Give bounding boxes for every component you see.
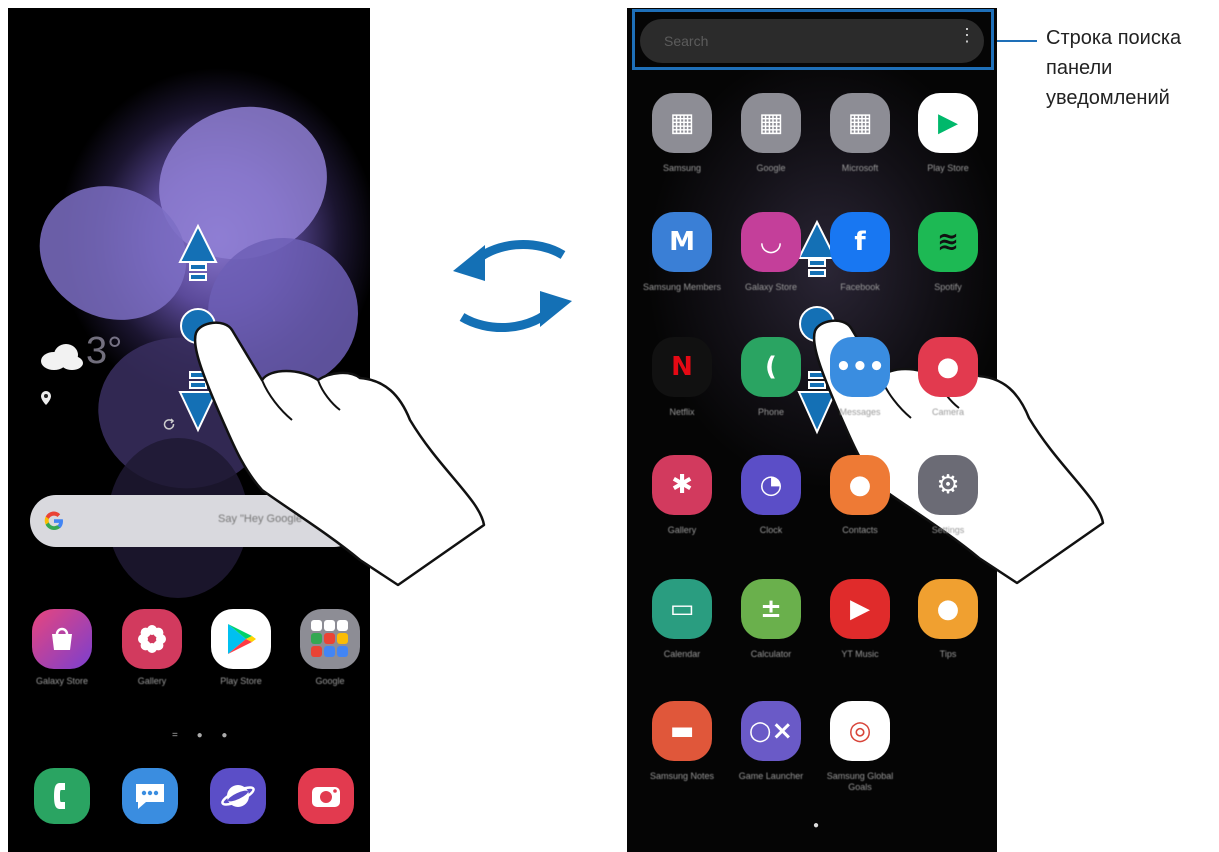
contacts-icon[interactable]: ● bbox=[830, 455, 890, 515]
phone-icon[interactable]: ( bbox=[741, 337, 801, 397]
app-glyph: ≋ bbox=[937, 227, 959, 257]
app-glyph: ● bbox=[936, 594, 960, 624]
calendar-icon[interactable]: ▭ bbox=[652, 579, 712, 639]
app-glyph: ✱ bbox=[671, 470, 693, 500]
app-label: Gallery bbox=[667, 525, 697, 535]
app-glyph: M bbox=[669, 227, 695, 257]
spotify-icon[interactable]: ≋ bbox=[918, 212, 978, 272]
app-label: Facebook bbox=[840, 282, 880, 292]
app-glyph: ◎ bbox=[848, 716, 872, 746]
facebook-icon[interactable]: f bbox=[830, 212, 890, 272]
app-label: Samsung Global Goals bbox=[826, 771, 894, 792]
app-glyph: ▦ bbox=[847, 108, 873, 138]
play-store-icon[interactable]: ▶ bbox=[918, 93, 978, 153]
app-glyph: ( bbox=[765, 352, 777, 382]
app-glyph: ± bbox=[760, 594, 782, 624]
hand-icon bbox=[193, 321, 486, 587]
app-label: Spotify bbox=[934, 282, 962, 292]
app-glyph: ○× bbox=[748, 716, 794, 746]
game-launcher-icon[interactable]: ○× bbox=[741, 701, 801, 761]
clock-icon[interactable]: ◔ bbox=[741, 455, 801, 515]
app-glyph: ▶ bbox=[938, 108, 958, 138]
yt-music-icon[interactable]: ▶ bbox=[830, 579, 890, 639]
app-glyph: ◔ bbox=[759, 470, 783, 500]
app-label: Phone bbox=[757, 407, 785, 417]
app-label: Contacts bbox=[842, 525, 878, 535]
app-label: Microsoft bbox=[841, 163, 879, 173]
global-goals-icon[interactable]: ◎ bbox=[830, 701, 890, 761]
app-label: Samsung bbox=[662, 163, 702, 173]
app-label: Calculator bbox=[750, 649, 792, 659]
app-label: Play Store bbox=[927, 163, 969, 173]
app-label: Game Launcher bbox=[738, 771, 804, 781]
app-label: Samsung Notes bbox=[649, 771, 715, 781]
app-glyph: ▭ bbox=[669, 594, 695, 624]
microsoft-folder-icon[interactable]: ▦ bbox=[830, 93, 890, 153]
samsung-notes-icon[interactable]: ▬ bbox=[652, 701, 712, 761]
app-label: Tips bbox=[939, 649, 957, 659]
app-glyph: ▦ bbox=[758, 108, 784, 138]
app-glyph: ⚙ bbox=[936, 470, 960, 500]
camera-icon[interactable]: ● bbox=[918, 337, 978, 397]
app-label: Calendar bbox=[663, 649, 701, 659]
calculator-icon[interactable]: ± bbox=[741, 579, 801, 639]
netflix-icon[interactable]: N bbox=[652, 337, 712, 397]
samsung-members-icon[interactable]: M bbox=[652, 212, 712, 272]
settings-icon[interactable]: ⚙ bbox=[918, 455, 978, 515]
app-label: Google bbox=[756, 163, 786, 173]
app-label: Netflix bbox=[669, 407, 695, 417]
app-label: Clock bbox=[759, 525, 783, 535]
gesture-overlay bbox=[178, 219, 1105, 587]
swipe-up-arrow bbox=[178, 223, 218, 281]
app-label: Camera bbox=[931, 407, 964, 417]
messages-icon[interactable]: ••• bbox=[830, 337, 890, 397]
app-label: Messages bbox=[839, 407, 881, 417]
google-folder-icon[interactable]: ▦ bbox=[741, 93, 801, 153]
app-glyph: ▶ bbox=[850, 594, 870, 624]
app-label: Samsung Members bbox=[642, 282, 722, 292]
app-glyph: ▬ bbox=[669, 716, 695, 746]
tips-icon[interactable]: ● bbox=[918, 579, 978, 639]
app-glyph: ◡ bbox=[761, 227, 781, 257]
app-glyph: ••• bbox=[835, 352, 885, 382]
app-label: Galaxy Store bbox=[744, 282, 798, 292]
app-label: YT Music bbox=[841, 649, 879, 659]
app-label: Settings bbox=[931, 525, 965, 535]
app-glyph: ● bbox=[848, 470, 872, 500]
app-glyph: ● bbox=[936, 352, 960, 382]
app-glyph: N bbox=[671, 352, 693, 382]
app-glyph: f bbox=[854, 227, 866, 257]
galaxy-store-icon[interactable]: ◡ bbox=[741, 212, 801, 272]
gallery-icon[interactable]: ✱ bbox=[652, 455, 712, 515]
app-glyph: ▦ bbox=[669, 108, 695, 138]
samsung-folder-icon[interactable]: ▦ bbox=[652, 93, 712, 153]
